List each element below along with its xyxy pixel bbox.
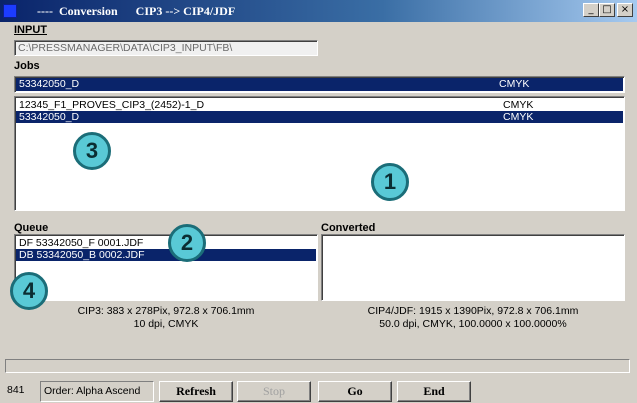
callout-1-badge: 1	[371, 163, 409, 201]
converted-info-line1: CIP4/JDF: 1915 x 1390Pix, 972.8 x 706.1m…	[367, 305, 579, 317]
converted-info: CIP4/JDF: 1915 x 1390Pix, 972.8 x 706.1m…	[321, 305, 625, 331]
queue-list[interactable]: DF 53342050_F 0001.JDF DB 53342050_B 000…	[14, 234, 318, 301]
converted-info-line2: 50.0 dpi, CMYK, 100.0000 x 100.0000%	[379, 318, 567, 330]
close-button[interactable]: ×	[617, 3, 633, 17]
selected-job-color: CMYK	[499, 78, 530, 90]
input-path-text: C:\PRESSMANAGER\DATA\CIP3_INPUT\FB\	[18, 42, 233, 54]
list-item[interactable]: DF 53342050_F 0001.JDF	[16, 237, 316, 249]
go-button[interactable]: Go	[318, 381, 392, 402]
order-selector[interactable]: Order: Alpha Ascend	[40, 381, 154, 402]
input-label: INPUT	[14, 24, 47, 36]
list-item[interactable]: 53342050_D CMYK	[16, 111, 623, 123]
job-color: CMYK	[503, 99, 534, 111]
end-button[interactable]: End	[397, 381, 471, 402]
list-item[interactable]: 12345_F1_PROVES_CIP3_(2452)-1_D CMYK	[16, 99, 623, 111]
queue-label: Queue	[14, 222, 49, 234]
queue-item-name: DB 53342050_B 0002.JDF	[19, 249, 145, 261]
window-title: ---- Conversion CIP3 --> CIP4/JDF	[37, 3, 236, 18]
input-path-field[interactable]: C:\PRESSMANAGER\DATA\CIP3_INPUT\FB\	[14, 40, 318, 56]
converted-label: Converted	[321, 222, 376, 234]
queue-item-name: DF 53342050_F 0001.JDF	[19, 237, 144, 249]
callout-2-badge: 2	[168, 224, 206, 262]
selected-job-name: 53342050_D	[19, 78, 80, 90]
title-bar[interactable]: ---- Conversion CIP3 --> CIP4/JDF _ □ ×	[0, 0, 637, 22]
queue-info-line2: 10 dpi, CMYK	[133, 318, 199, 330]
selected-job-row: 53342050_D CMYK	[16, 78, 623, 91]
job-color: CMYK	[503, 111, 534, 123]
queue-info: CIP3: 383 x 278Pix, 972.8 x 706.1mm 10 d…	[14, 305, 318, 331]
converted-list[interactable]	[321, 234, 625, 301]
window-controls: _ □ ×	[583, 3, 633, 17]
job-name: 12345_F1_PROVES_CIP3_(2452)-1_D	[19, 99, 205, 111]
refresh-button[interactable]: Refresh	[159, 381, 233, 402]
progress-bar	[5, 359, 630, 373]
file-count: 841	[7, 384, 25, 396]
app-icon	[3, 4, 17, 18]
maximize-button[interactable]: □	[599, 3, 615, 17]
stop-button[interactable]: Stop	[237, 381, 311, 402]
callout-3-badge: 3	[73, 132, 111, 170]
jobs-label: Jobs	[14, 60, 40, 72]
status-bar: 841 Order: Alpha Ascend Refresh Stop Go …	[0, 378, 637, 403]
callout-4-badge: 4	[10, 272, 48, 310]
minimize-button[interactable]: _	[583, 3, 599, 17]
queue-info-line1: CIP3: 383 x 278Pix, 972.8 x 706.1mm	[77, 305, 255, 317]
selected-job-field[interactable]: 53342050_D CMYK	[14, 76, 625, 93]
list-item[interactable]: DB 53342050_B 0002.JDF	[16, 249, 316, 261]
job-name: 53342050_D	[19, 111, 80, 123]
